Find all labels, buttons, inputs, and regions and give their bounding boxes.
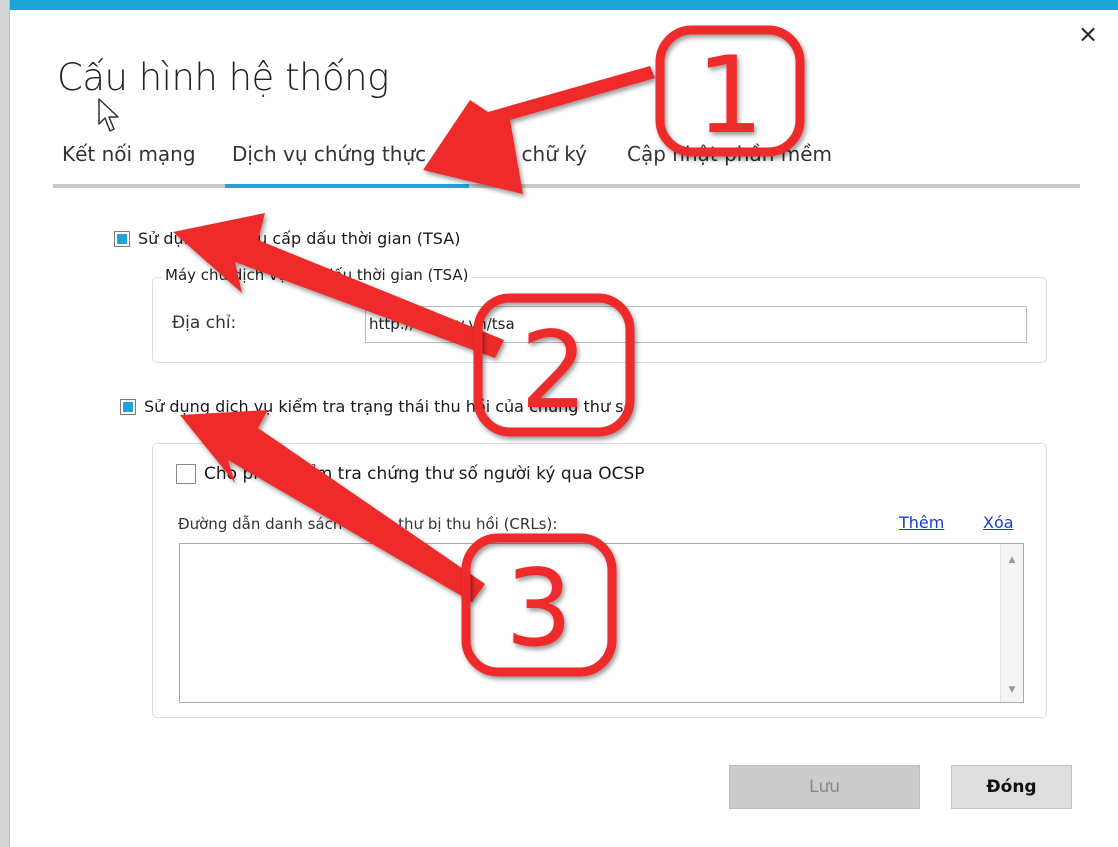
add-crl-link[interactable]: Thêm (899, 513, 944, 532)
tsa-checkbox[interactable] (114, 230, 130, 247)
annotation-overlay: 1 2 3 (173, 25, 805, 677)
tsa-group-title: Máy chủ dịch vụ cấp dấu thời gian (TSA) (162, 266, 472, 284)
tab-certification-service[interactable]: Dịch vụ chứng thực (232, 142, 426, 166)
tab-underline (53, 184, 1080, 188)
ocsp-checkbox-row[interactable]: Cho phép kiểm tra chứng thư số người ký … (176, 464, 645, 484)
scroll-down-icon[interactable]: ▼ (1001, 680, 1023, 700)
delete-crl-link[interactable]: Xóa (983, 513, 1014, 532)
tsa-checkbox-label: Sử dụng dịch vụ cấp dấu thời gian (TSA) (138, 229, 461, 248)
annotation-1: 1 (655, 25, 805, 157)
scroll-up-icon[interactable]: ▲ (1001, 550, 1023, 570)
revocation-checkbox-row[interactable]: Sử dụng dịch vụ kiểm tra trạng thái thu … (120, 397, 633, 416)
close-icon: × (1077, 20, 1099, 48)
tab-signature-template[interactable]: Mẫu chữ ký (473, 142, 587, 166)
ocsp-checkbox-label: Cho phép kiểm tra chứng thư số người ký … (204, 464, 645, 484)
annotation-1-number: 1 (696, 34, 763, 157)
crl-label: Đường dẫn danh sách chứng thư bị thu hồi… (178, 515, 558, 533)
address-label: Địa chỉ: (172, 313, 237, 333)
revocation-checkbox[interactable] (120, 398, 136, 415)
tab-software-update[interactable]: Cập nhật phần mềm (627, 142, 832, 166)
tab-bar: Kết nối mạng Dịch vụ chứng thực Mẫu chữ … (53, 140, 1080, 188)
dialog-title: Cấu hình hệ thống (57, 56, 389, 99)
ocsp-checkbox[interactable] (176, 464, 196, 484)
tsa-address-input[interactable]: http://ca.gov.vn/tsa (365, 306, 1027, 343)
revocation-checkbox-label: Sử dụng dịch vụ kiểm tra trạng thái thu … (144, 397, 634, 416)
close-window-button[interactable]: × (1072, 18, 1104, 50)
close-button[interactable]: Đóng (951, 765, 1072, 809)
crl-list-scrollbar[interactable]: ▲ ▼ (1000, 544, 1023, 702)
active-tab-indicator (225, 184, 469, 188)
save-button[interactable]: Lưu (729, 765, 920, 809)
mouse-cursor-icon (98, 98, 119, 132)
window-left-border (0, 0, 10, 847)
window-accent-bar (10, 0, 1118, 10)
tab-network-connection[interactable]: Kết nối mạng (62, 142, 196, 166)
tsa-checkbox-row[interactable]: Sử dụng dịch vụ cấp dấu thời gian (TSA) (114, 229, 460, 248)
crl-list[interactable]: ▲ ▼ (179, 543, 1024, 703)
